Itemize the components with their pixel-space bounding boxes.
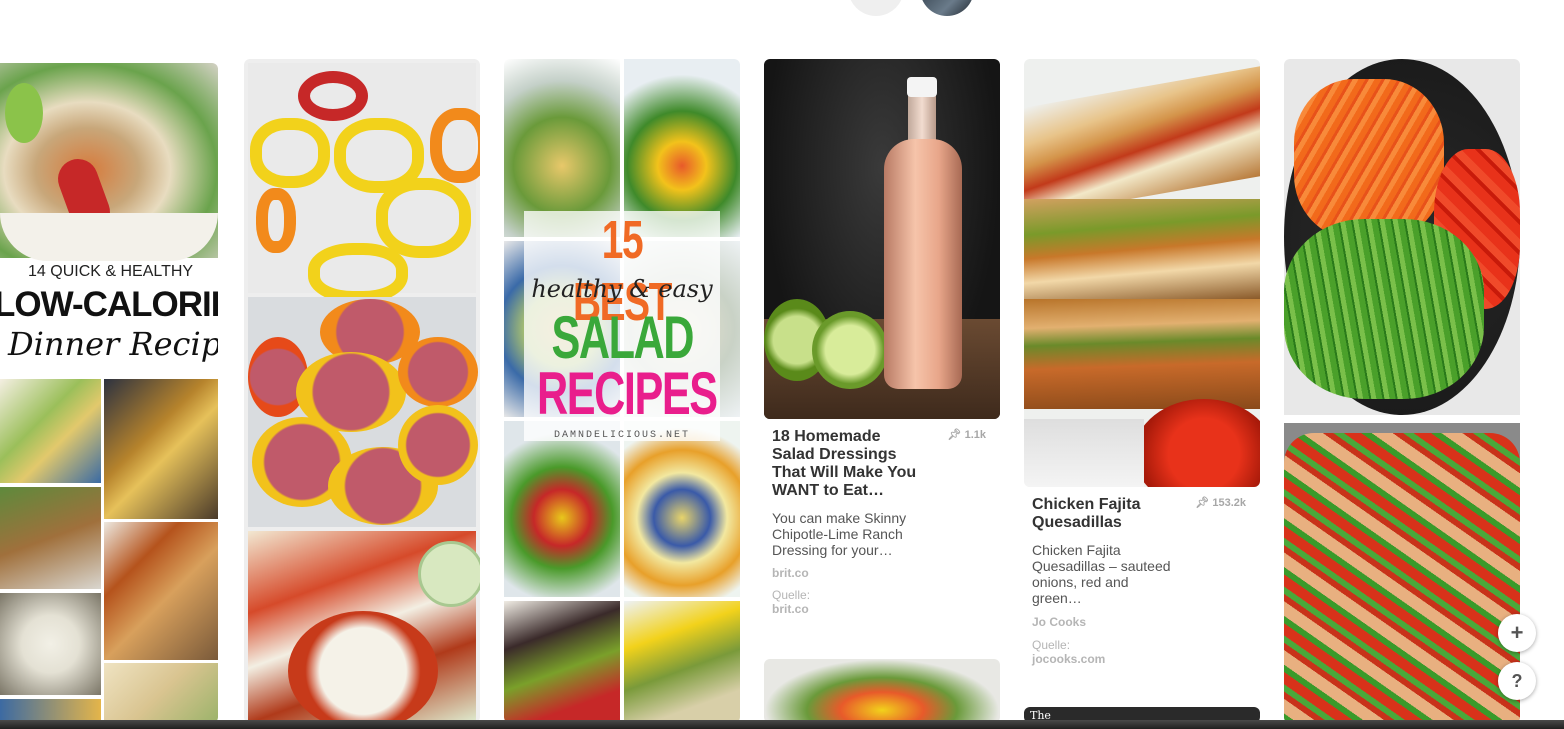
source-label: Quelle: (1032, 638, 1071, 652)
quesadilla-layer-2 (1024, 199, 1260, 299)
overlay-line-1: 14 QUICK & HEALTHY (28, 263, 194, 280)
collage-tile-zucchini (0, 379, 101, 483)
salad-tile-7 (504, 601, 620, 723)
baked-pepper-photo (248, 531, 480, 723)
bottom-bar (0, 720, 1564, 729)
bottle-body (884, 139, 962, 389)
overlay-line-5: DAMNDELICIOUS.NET (553, 430, 691, 441)
user-avatar[interactable] (920, 0, 974, 16)
quesadilla-layer-3 (1024, 299, 1260, 409)
help-button[interactable]: ? (1498, 662, 1536, 700)
asparagus-shape (1284, 219, 1484, 399)
pin-image-salads[interactable]: 15 BEST healthy & easy SALAD RECIPES DAM… (504, 59, 740, 723)
plate-shape (1024, 419, 1144, 487)
pin-description: Chicken Fajita Quesadillas – sauteed oni… (1032, 542, 1171, 606)
pin-image-dressing[interactable] (764, 59, 1000, 419)
salad-tile-5 (504, 421, 620, 597)
collage-tile-pasta (104, 663, 218, 723)
pin-image-stuffed-peppers[interactable] (244, 59, 480, 723)
filled-peppers-photo (248, 297, 478, 527)
bottle-cap (907, 77, 937, 97)
raw-veggies-photo (1284, 59, 1520, 415)
pin-description: You can make Skinny Chipotle-Lime Ranch … (772, 510, 907, 558)
pin-image-low-calorie[interactable]: 14 QUICK & HEALTHY LOW-CALORIE Dinner Re… (0, 63, 218, 723)
pin-icon: 📌︎ (1195, 497, 1210, 509)
pin-image-salad-bowl[interactable] (764, 659, 1000, 723)
lime-shape (5, 83, 43, 143)
pin-image-quesadillas[interactable] (1024, 59, 1260, 487)
collage-tile-soup (0, 593, 101, 695)
repin-count: 📌︎ 1.1k (947, 429, 986, 441)
pin-author[interactable]: Jo Cooks (1032, 615, 1254, 629)
overlay-line-2: LOW-CALORIE (0, 285, 218, 324)
source-link[interactable]: jocooks.com (1032, 652, 1254, 666)
pin-title[interactable]: Chicken Fajita Quesadillas (1032, 496, 1182, 532)
plate-edge (0, 213, 218, 261)
pin-title[interactable]: 18 Homemade Salad Dressings That Will Ma… (772, 428, 922, 500)
pin-domain[interactable]: brit.co (772, 566, 994, 580)
source-label: Quelle: (772, 588, 811, 602)
overlay-line-2: healthy & easy (531, 275, 713, 303)
salad-tile-8 (624, 601, 740, 723)
salad-tile-6 (624, 421, 740, 597)
quesadilla-layer-1 (1024, 66, 1260, 218)
top-circle-button[interactable] (848, 0, 904, 16)
source-link[interactable]: brit.co (772, 602, 994, 616)
overlay-line-4: RECIPES (537, 360, 718, 427)
collage-tile-chicken-salad (104, 379, 218, 519)
cooked-veggies-photo (1284, 423, 1520, 723)
pin-image-veggies[interactable] (1284, 59, 1520, 723)
pin-info-dressing: 18 Homemade Salad Dressings That Will Ma… (772, 428, 994, 616)
salsa-shape (1134, 399, 1260, 487)
lime-slice-2 (812, 311, 888, 389)
repin-count: 📌︎ 153.2k (1195, 497, 1246, 509)
collage-tile-sauce (104, 522, 218, 660)
pin-info-quesadillas: Chicken Fajita Quesadillas 📌︎ 153.2k Chi… (1032, 496, 1254, 666)
pin-icon: 📌︎ (947, 429, 962, 441)
overlay-line-3: Dinner Recipes (8, 325, 218, 363)
pepper-rings-photo (248, 63, 480, 303)
carrots-shape (1294, 79, 1444, 239)
collage-tile-grilled-chicken (0, 487, 101, 589)
add-button[interactable]: + (1498, 614, 1536, 652)
